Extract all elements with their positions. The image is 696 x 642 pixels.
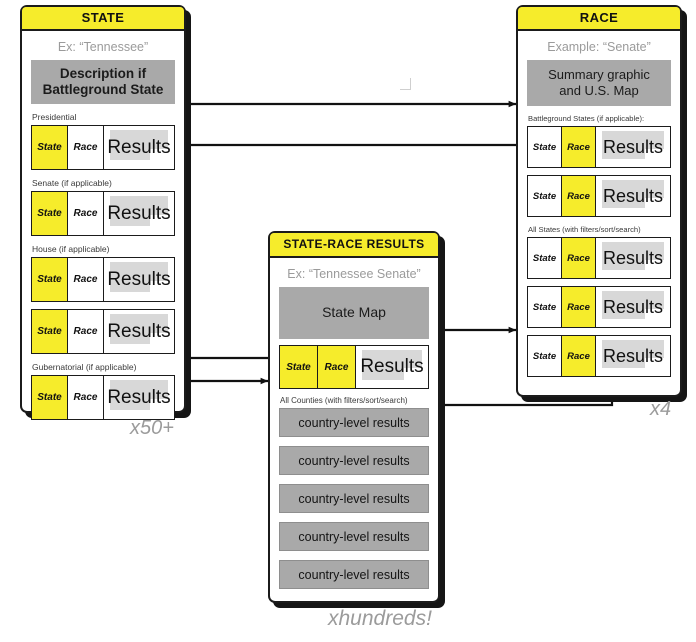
cell-results[interactable]: Results (104, 126, 174, 169)
table-row[interactable]: State Race Results (31, 309, 175, 354)
wire-race-state-to-state-panel (181, 141, 543, 149)
table-row[interactable]: State Race Results (31, 125, 175, 170)
table-row[interactable]: State Race Results (527, 335, 671, 377)
results-label: Results (107, 386, 171, 408)
cell-race[interactable]: Race (562, 127, 596, 167)
cell-results[interactable]: Results (596, 336, 670, 376)
section-label-battleground-states: Battleground States (if applicable): (528, 114, 645, 123)
table-row[interactable]: State Race Results (527, 286, 671, 328)
cell-race[interactable]: Race (68, 310, 104, 353)
section-label-all-states: All States (with filters/sort/search) (528, 225, 641, 234)
table-row[interactable]: State Race Results (31, 191, 175, 236)
section-label-gubernatorial: Gubernatorial (if applicable) (32, 362, 137, 372)
list-item[interactable]: country-level results (279, 408, 429, 437)
table-row[interactable]: State Race Results (527, 237, 671, 279)
list-item[interactable]: country-level results (279, 560, 429, 589)
state-section-gubernatorial: Gubernatorial (if applicable) State Race… (31, 362, 175, 420)
results-label: Results (107, 202, 171, 224)
cell-state[interactable]: State (528, 176, 562, 216)
cell-state[interactable]: State (528, 127, 562, 167)
results-label: Results (602, 247, 664, 268)
state-multiplier-label: x50+ (130, 417, 174, 439)
cell-results[interactable]: Results (596, 127, 670, 167)
table-row[interactable]: State Race Results (31, 257, 175, 302)
race-section-battleground: Battleground States (if applicable): Sta… (527, 114, 671, 217)
race-panel: RACE Example: “Senate” Summary graphic a… (516, 5, 682, 397)
summary-graphic-block: Summary graphic and U.S. Map (527, 60, 671, 106)
results-label: Results (602, 185, 664, 206)
state-race-results-panel: STATE-RACE RESULTS Ex: “Tennessee Senate… (268, 231, 440, 603)
cell-results[interactable]: Results (596, 287, 670, 327)
table-row[interactable]: State Race Results (31, 375, 175, 420)
cell-race[interactable]: Race (68, 376, 104, 419)
results-label: Results (602, 136, 664, 157)
race-panel-title: RACE (518, 7, 680, 31)
cell-state[interactable]: State (528, 238, 562, 278)
section-label-house: House (if applicable) (32, 244, 110, 254)
white-square-marker (399, 77, 410, 89)
state-section-presidential: Presidential State Race Results (31, 112, 175, 170)
state-race-results-body: Ex: “Tennessee Senate” State Map State R… (270, 258, 438, 607)
race-multiplier-label: x4 (650, 398, 672, 420)
cell-state[interactable]: State (32, 310, 68, 353)
results-label: Results (360, 356, 424, 377)
section-label-senate: Senate (if applicable) (32, 178, 112, 188)
cell-race[interactable]: Race (68, 258, 104, 301)
cell-race[interactable]: Race (562, 176, 596, 216)
state-race-example: Ex: “Tennessee Senate” (287, 267, 421, 281)
cell-race[interactable]: Race (562, 287, 596, 327)
cell-race[interactable]: Race (68, 192, 104, 235)
results-label: Results (107, 320, 171, 342)
cell-results[interactable]: Results (104, 310, 174, 353)
race-panel-body: Example: “Senate” Summary graphic and U.… (518, 31, 680, 393)
cell-state[interactable]: State (528, 287, 562, 327)
cell-state[interactable]: State (32, 258, 68, 301)
list-item[interactable]: country-level results (279, 446, 429, 475)
table-row[interactable]: State Race Results (527, 126, 671, 168)
cell-race[interactable]: Race (562, 336, 596, 376)
state-race-results-title: STATE-RACE RESULTS (270, 233, 438, 258)
list-item[interactable]: country-level results (279, 484, 429, 513)
state-panel-example: Ex: “Tennessee” (57, 40, 149, 54)
section-label-all-counties: All Counties (with filters/sort/search) (280, 396, 408, 405)
cell-state[interactable]: State (280, 346, 318, 388)
race-section-all-states: All States (with filters/sort/search) St… (527, 225, 671, 377)
list-item[interactable]: country-level results (279, 522, 429, 551)
cell-results[interactable]: Results (596, 176, 670, 216)
cell-race[interactable]: Race (318, 346, 356, 388)
results-label: Results (602, 345, 664, 366)
table-row-main[interactable]: State Race Results (279, 345, 429, 389)
results-label: Results (602, 296, 664, 317)
state-section-house: House (if applicable) State Race Results… (31, 244, 175, 354)
cell-state[interactable]: State (32, 376, 68, 419)
cell-results[interactable]: Results (104, 258, 174, 301)
cell-results[interactable]: Results (104, 192, 174, 235)
results-label: Results (107, 268, 171, 290)
results-label: Results (107, 136, 171, 158)
state-panel: STATE Ex: “Tennessee” Description if Bat… (20, 5, 186, 420)
cell-state[interactable]: State (32, 192, 68, 235)
cell-state[interactable]: State (32, 126, 68, 169)
state-panel-body: Ex: “Tennessee” Description if Battlegro… (22, 31, 184, 436)
race-panel-example: Example: “Senate” (547, 40, 651, 54)
cell-state[interactable]: State (528, 336, 562, 376)
battleground-description-block: Description if Battleground State (31, 60, 175, 104)
section-label-presidential: Presidential (32, 112, 77, 122)
diagram-canvas: STATE Ex: “Tennessee” Description if Bat… (0, 0, 696, 642)
state-panel-title: STATE (22, 7, 184, 31)
cell-race[interactable]: Race (68, 126, 104, 169)
table-row[interactable]: State Race Results (527, 175, 671, 217)
cell-race[interactable]: Race (562, 238, 596, 278)
cell-results[interactable]: Results (596, 238, 670, 278)
cell-results[interactable]: Results (104, 376, 174, 419)
state-race-multiplier-label: xhundreds! (328, 607, 432, 630)
cell-results[interactable]: Results (356, 346, 428, 388)
state-map-block: State Map (279, 287, 429, 339)
state-section-senate: Senate (if applicable) State Race Result… (31, 178, 175, 236)
